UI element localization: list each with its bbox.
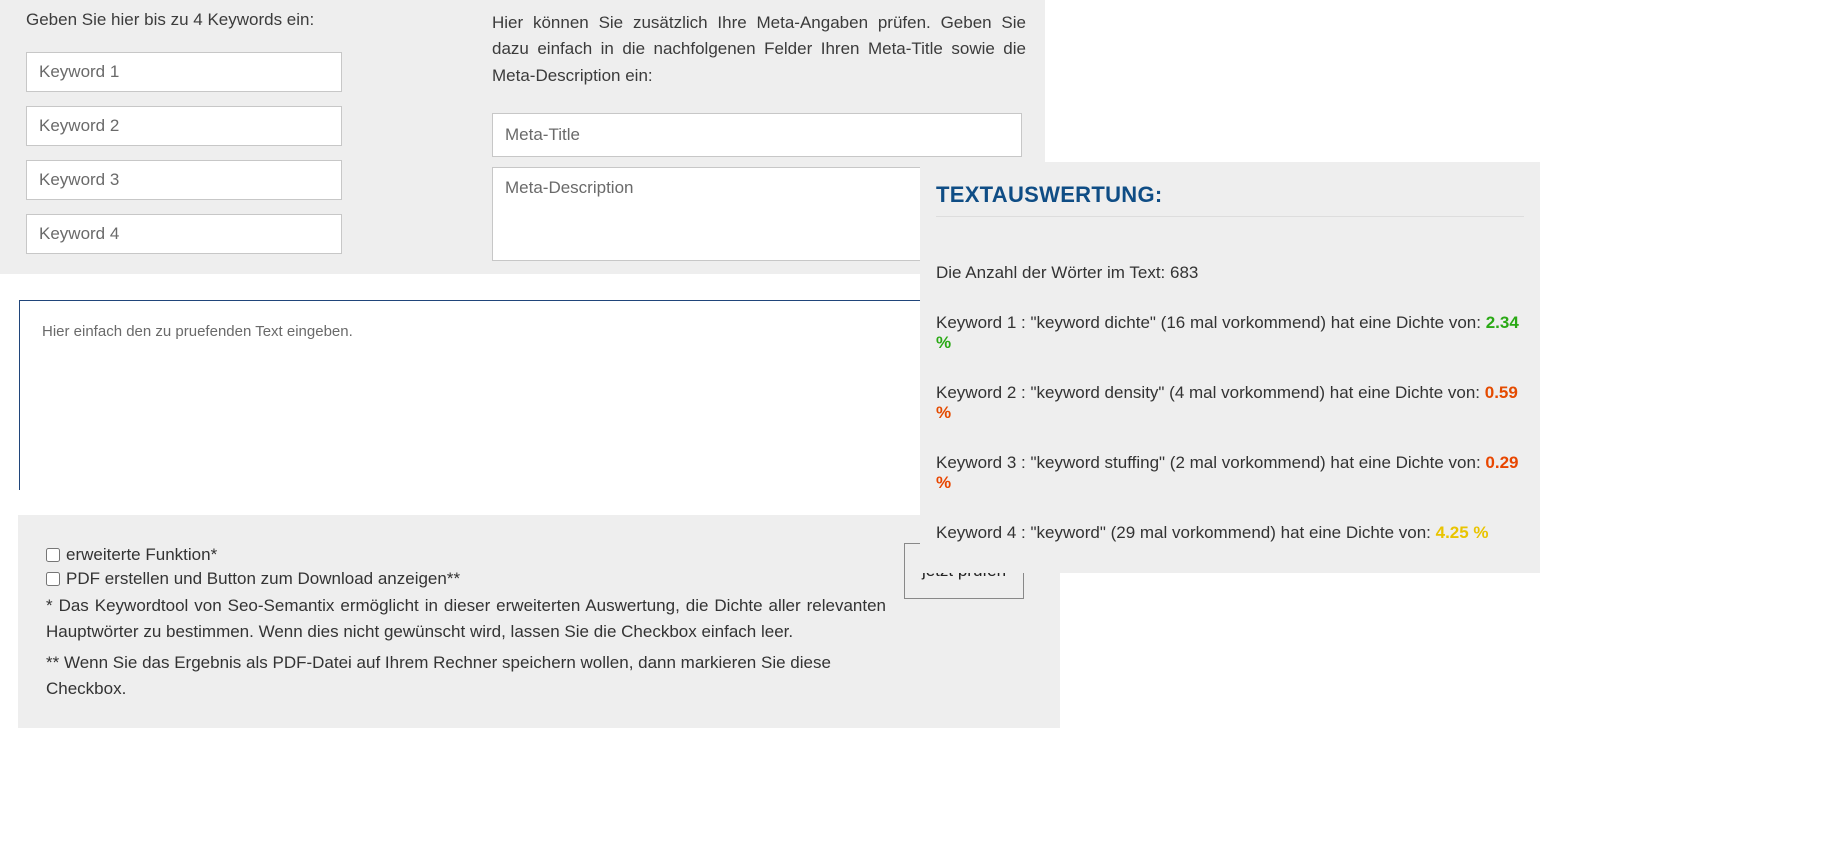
pdf-label[interactable]: PDF erstellen und Button zum Download an… <box>66 569 460 589</box>
meta-instruction: Hier können Sie zusätzlich Ihre Meta-Ang… <box>492 10 1026 89</box>
keyword-1-input[interactable] <box>26 52 342 92</box>
result-pct: 4.25 % <box>1436 523 1489 542</box>
results-divider <box>936 216 1524 217</box>
pdf-checkbox[interactable] <box>46 572 60 586</box>
results-heading: TEXTAUSWERTUNG: <box>936 182 1524 208</box>
keyword-2-input[interactable] <box>26 106 342 146</box>
wordcount-line: Die Anzahl der Wörter im Text: 683 <box>936 263 1524 283</box>
result-text: Keyword 1 : "keyword dichte" (16 mal vor… <box>936 313 1486 332</box>
wordcount-value: 683 <box>1170 263 1198 282</box>
options-panel: erweiterte Funktion* PDF erstellen und B… <box>18 515 1060 728</box>
keyword-3-input[interactable] <box>26 160 342 200</box>
extended-function-label[interactable]: erweiterte Funktion* <box>66 545 217 565</box>
result-text: Keyword 3 : "keyword stuffing" (2 mal vo… <box>936 453 1485 472</box>
result-row-3: Keyword 3 : "keyword stuffing" (2 mal vo… <box>936 453 1524 493</box>
results-panel: TEXTAUSWERTUNG: Die Anzahl der Wörter im… <box>920 162 1540 573</box>
result-text: Keyword 4 : "keyword" (29 mal vorkommend… <box>936 523 1436 542</box>
extended-function-checkbox[interactable] <box>46 548 60 562</box>
meta-title-input[interactable] <box>492 113 1022 157</box>
input-panel: Geben Sie hier bis zu 4 Keywords ein: Hi… <box>0 0 1045 274</box>
result-text: Keyword 2 : "keyword density" (4 mal vor… <box>936 383 1485 402</box>
result-row-2: Keyword 2 : "keyword density" (4 mal vor… <box>936 383 1524 423</box>
footnote-1: * Das Keywordtool von Seo-Semantix ermög… <box>46 593 886 646</box>
keywords-label: Geben Sie hier bis zu 4 Keywords ein: <box>26 10 486 30</box>
wordcount-label: Die Anzahl der Wörter im Text: <box>936 263 1170 282</box>
keyword-4-input[interactable] <box>26 214 342 254</box>
keywords-column: Geben Sie hier bis zu 4 Keywords ein: <box>26 10 486 268</box>
result-row-1: Keyword 1 : "keyword dichte" (16 mal vor… <box>936 313 1524 353</box>
footnote-2: ** Wenn Sie das Ergebnis als PDF-Datei a… <box>46 650 886 703</box>
main-text-input[interactable] <box>19 300 1041 490</box>
result-row-4: Keyword 4 : "keyword" (29 mal vorkommend… <box>936 523 1524 543</box>
